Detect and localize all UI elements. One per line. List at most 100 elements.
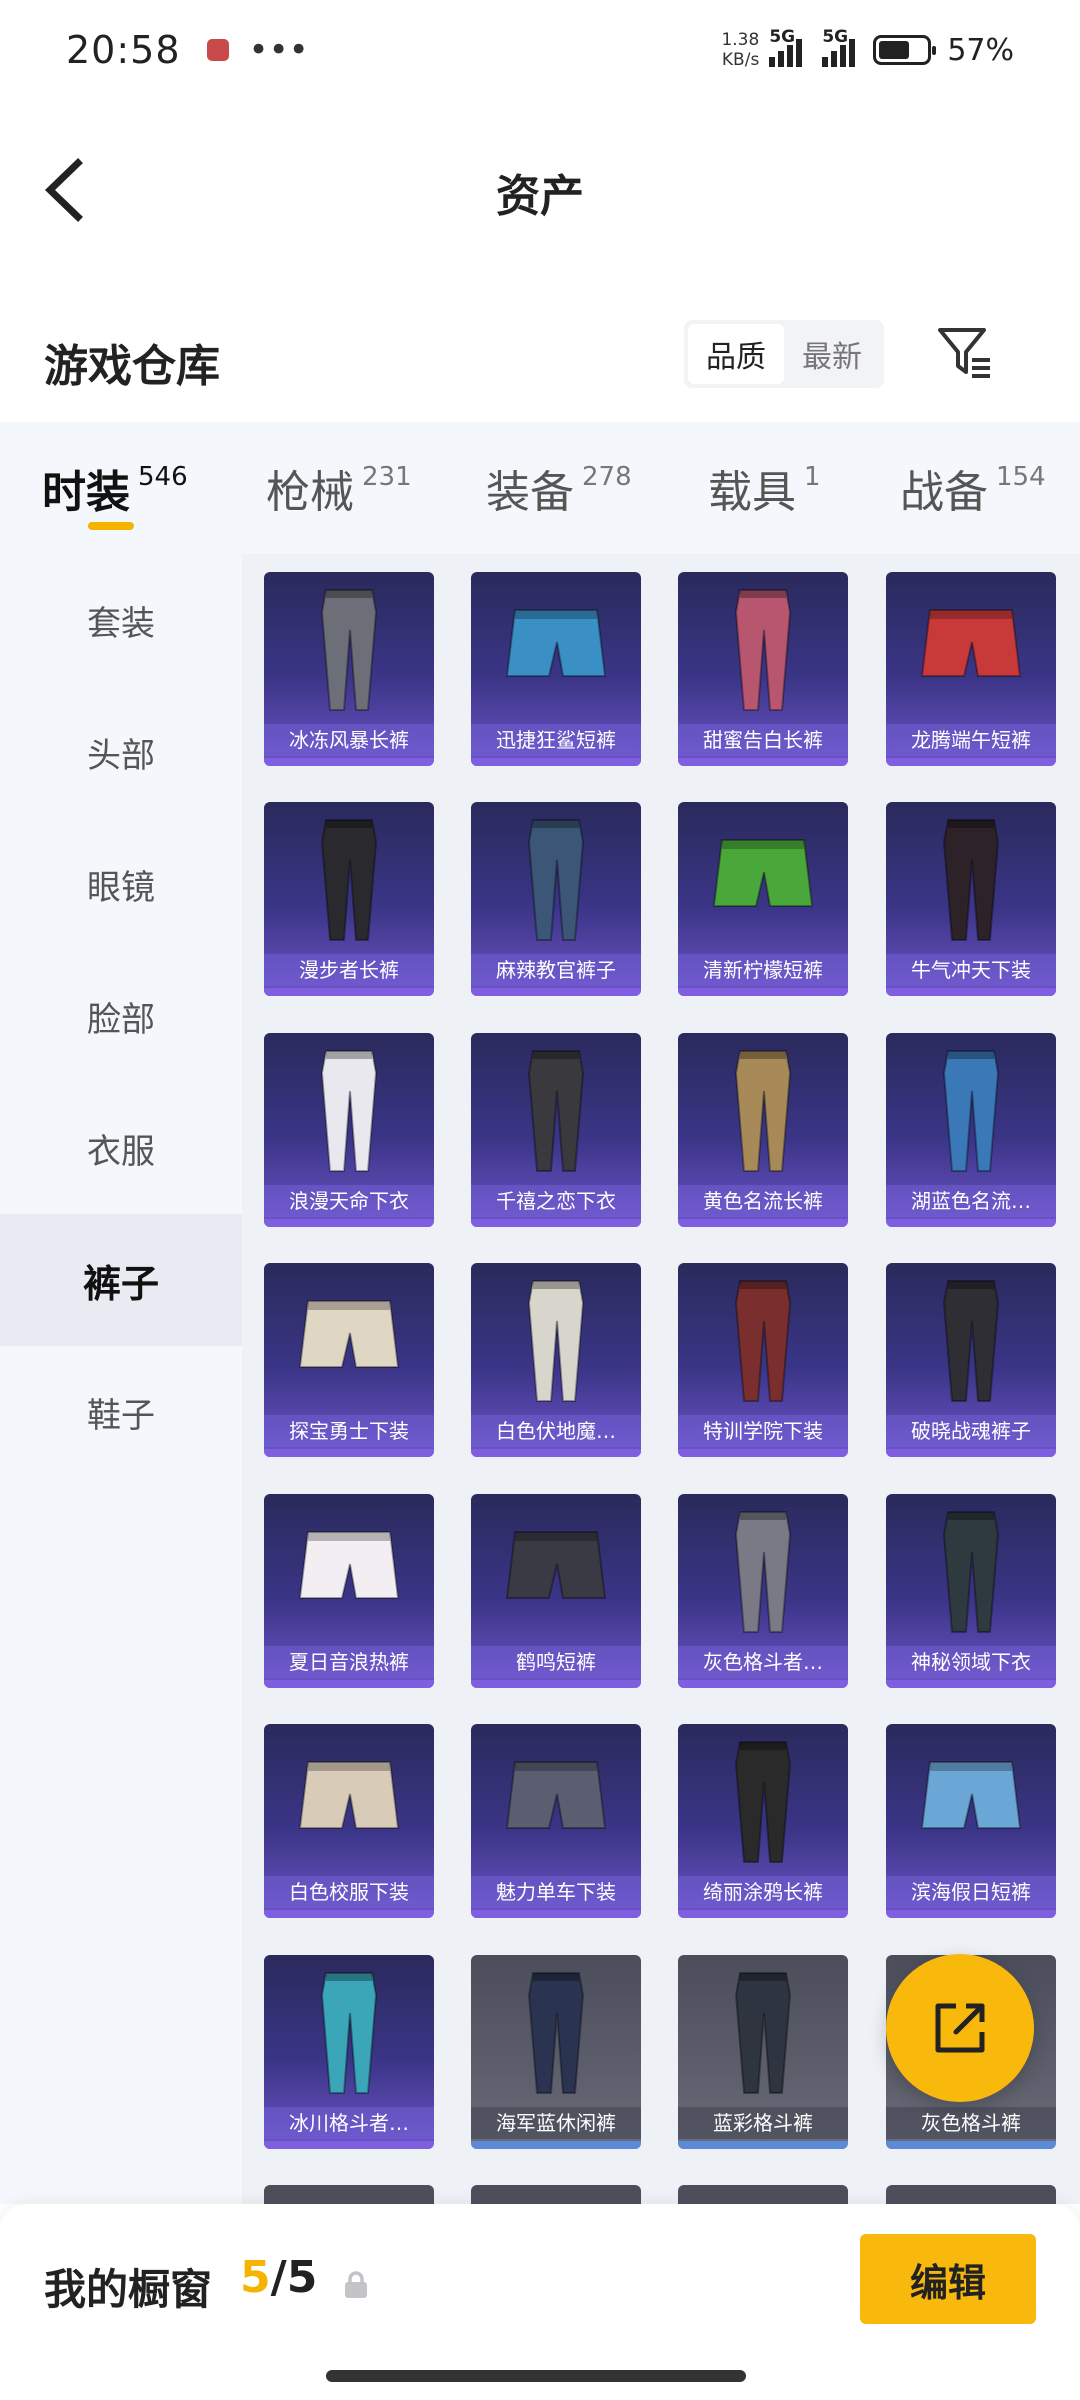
item-card[interactable]: 魅力单车下装 bbox=[471, 1724, 641, 1918]
rarity-bar bbox=[886, 758, 1056, 766]
pants-icon bbox=[320, 589, 378, 711]
item-card[interactable]: 海军蓝休闲裤 bbox=[471, 1955, 641, 2149]
tab-weapons[interactable]: 枪械 231 bbox=[266, 456, 412, 520]
pants-icon bbox=[734, 1741, 792, 1863]
item-name: 千禧之恋下衣 bbox=[471, 1185, 641, 1217]
item-card[interactable]: 冰冻风暴长裤 bbox=[264, 572, 434, 766]
network-speed: 1.38 KB/s bbox=[721, 30, 759, 70]
item-card[interactable]: 破晓战魂裤子 bbox=[886, 1263, 1056, 1457]
shorts-icon bbox=[505, 609, 607, 677]
rarity-bar bbox=[678, 988, 848, 996]
sidebar-item-pants[interactable]: 裤子 bbox=[0, 1214, 242, 1346]
tab-equipment[interactable]: 装备 278 bbox=[486, 456, 632, 520]
item-name: 甜蜜告白长裤 bbox=[678, 724, 848, 756]
rarity-bar bbox=[471, 1910, 641, 1918]
tab-supplies[interactable]: 战备 154 bbox=[900, 456, 1046, 520]
pants-icon bbox=[320, 1050, 378, 1172]
item-card[interactable]: 麻辣教官裤子 bbox=[471, 802, 641, 996]
item-card[interactable]: 灰色格斗者… bbox=[678, 1494, 848, 1688]
rarity-bar bbox=[886, 1680, 1056, 1688]
filter-icon[interactable] bbox=[934, 322, 994, 382]
tab-count: 278 bbox=[582, 462, 632, 492]
item-card[interactable]: 滨海假日短裤 bbox=[886, 1724, 1056, 1918]
item-name: 特训学院下装 bbox=[678, 1415, 848, 1447]
sidebar-item-glasses[interactable]: 眼镜 bbox=[0, 818, 242, 950]
rarity-bar bbox=[471, 1449, 641, 1457]
rarity-bar bbox=[678, 1910, 848, 1918]
item-name: 迅捷狂鲨短裤 bbox=[471, 724, 641, 756]
pants-icon bbox=[942, 819, 1000, 941]
item-card[interactable]: 龙腾端午短裤 bbox=[886, 572, 1056, 766]
home-indicator[interactable] bbox=[326, 2370, 746, 2382]
item-name: 白色伏地魔… bbox=[471, 1415, 641, 1447]
sidebar-item-outfit[interactable]: 套装 bbox=[0, 554, 242, 686]
item-card[interactable]: 迅捷狂鲨短裤 bbox=[471, 572, 641, 766]
item-name: 蓝彩格斗裤 bbox=[678, 2107, 848, 2139]
item-card[interactable]: 特训学院下装 bbox=[678, 1263, 848, 1457]
showcase-current: 5 bbox=[240, 2252, 271, 2303]
pants-icon bbox=[320, 1972, 378, 2094]
item-card[interactable]: 漫步者长裤 bbox=[264, 802, 434, 996]
shorts-icon bbox=[505, 1531, 607, 1599]
item-card[interactable]: 夏日音浪热裤 bbox=[264, 1494, 434, 1688]
item-card-partial[interactable] bbox=[471, 2185, 641, 2204]
share-external-icon bbox=[935, 2003, 985, 2053]
item-card[interactable]: 冰川格斗者… bbox=[264, 1955, 434, 2149]
item-name: 灰色格斗者… bbox=[678, 1646, 848, 1678]
item-card-partial[interactable] bbox=[886, 2185, 1056, 2204]
pants-icon bbox=[734, 589, 792, 711]
edit-button[interactable]: 编辑 bbox=[860, 2234, 1036, 2324]
item-card[interactable]: 黄色名流长裤 bbox=[678, 1033, 848, 1227]
item-card[interactable]: 探宝勇士下装 bbox=[264, 1263, 434, 1457]
share-fab-button[interactable] bbox=[886, 1954, 1034, 2102]
item-card[interactable]: 清新柠檬短裤 bbox=[678, 802, 848, 996]
showcase-count: 5/5 bbox=[240, 2252, 317, 2303]
sidebar-item-head[interactable]: 头部 bbox=[0, 686, 242, 818]
status-right: 1.38 KB/s 5G 5G 57% bbox=[721, 27, 1014, 70]
sidebar-item-shoes[interactable]: 鞋子 bbox=[0, 1346, 242, 1478]
shorts-icon bbox=[298, 1761, 400, 1829]
rarity-bar bbox=[264, 1449, 434, 1457]
item-card[interactable]: 神秘领域下衣 bbox=[886, 1494, 1056, 1688]
item-card[interactable]: 蓝彩格斗裤 bbox=[678, 1955, 848, 2149]
rarity-bar bbox=[886, 2141, 1056, 2149]
pants-icon bbox=[942, 1511, 1000, 1633]
shorts-icon bbox=[712, 839, 814, 907]
tab-vehicles[interactable]: 载具 1 bbox=[708, 456, 821, 520]
item-card[interactable]: 浪漫天命下衣 bbox=[264, 1033, 434, 1227]
rarity-bar bbox=[471, 758, 641, 766]
item-card[interactable]: 湖蓝色名流… bbox=[886, 1033, 1056, 1227]
rarity-bar bbox=[886, 1910, 1056, 1918]
item-card[interactable]: 绮丽涂鸦长裤 bbox=[678, 1724, 848, 1918]
rarity-bar bbox=[264, 2141, 434, 2149]
lock-icon bbox=[345, 2271, 367, 2298]
item-card[interactable]: 鹤鸣短裤 bbox=[471, 1494, 641, 1688]
sidebar-item-clothes[interactable]: 衣服 bbox=[0, 1082, 242, 1214]
shorts-icon bbox=[920, 609, 1022, 677]
sidebar-item-face[interactable]: 脸部 bbox=[0, 950, 242, 1082]
rarity-bar bbox=[264, 758, 434, 766]
item-card[interactable]: 白色伏地魔… bbox=[471, 1263, 641, 1457]
shorts-icon bbox=[298, 1531, 400, 1599]
tab-fashion[interactable]: 时装 546 bbox=[42, 456, 188, 520]
item-card[interactable]: 甜蜜告白长裤 bbox=[678, 572, 848, 766]
showcase-panel: 我的橱窗 5/5 编辑 bbox=[0, 2204, 1080, 2400]
item-card[interactable]: 牛气冲天下装 bbox=[886, 802, 1056, 996]
item-card[interactable]: 白色校服下装 bbox=[264, 1724, 434, 1918]
tab-count: 546 bbox=[138, 462, 188, 492]
status-bar: 20:58 ••• 1.38 KB/s 5G 5G 57% bbox=[0, 0, 1080, 100]
item-card[interactable]: 千禧之恋下衣 bbox=[471, 1033, 641, 1227]
network-speed-value: 1.38 bbox=[721, 30, 760, 50]
sort-quality-option[interactable]: 品质 bbox=[688, 324, 784, 384]
shorts-icon bbox=[298, 1300, 400, 1368]
tab-label: 时装 bbox=[42, 467, 130, 518]
item-card-partial[interactable] bbox=[264, 2185, 434, 2204]
item-card-partial[interactable] bbox=[678, 2185, 848, 2204]
item-name: 牛气冲天下装 bbox=[886, 954, 1056, 986]
tab-label: 载具 bbox=[708, 467, 796, 518]
rarity-bar bbox=[678, 1219, 848, 1227]
rarity-bar bbox=[678, 1680, 848, 1688]
tab-label: 枪械 bbox=[266, 467, 354, 518]
app-screen: 20:58 ••• 1.38 KB/s 5G 5G 57% 资产 游戏仓库 品质… bbox=[0, 0, 1080, 2400]
sort-newest-option[interactable]: 最新 bbox=[784, 324, 880, 384]
